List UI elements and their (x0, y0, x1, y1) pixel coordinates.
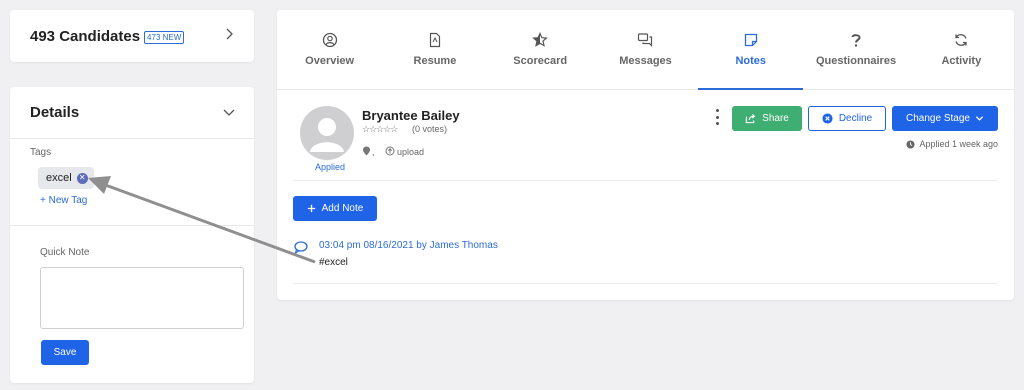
question-icon (851, 34, 861, 47)
candidates-count-title: 493 Candidates (30, 27, 141, 45)
file-pdf-icon (429, 32, 441, 48)
comment-icon (294, 241, 308, 254)
note-meta[interactable]: 03:04 pm 08/16/2021 by James Thomas (319, 240, 498, 251)
share-icon (745, 113, 756, 124)
new-tag-link[interactable]: + New Tag (40, 195, 87, 206)
location-text: , (372, 147, 375, 157)
user-silhouette-icon (310, 118, 344, 152)
profile-divider (293, 180, 998, 181)
tab-label: Messages (619, 55, 672, 67)
chat-bubbles-icon (638, 33, 653, 47)
more-options-icon[interactable] (714, 109, 720, 125)
star-half-icon (532, 32, 549, 47)
tab-label: Notes (735, 55, 767, 67)
avatar (300, 106, 354, 160)
quick-note-label: Quick Note (40, 247, 90, 258)
quick-note-textarea[interactable] (40, 267, 244, 329)
candidates-card[interactable]: 493 Candidates 473 NEW (10, 10, 254, 62)
tab-bar: Overview Resume Scorecard Messages Notes… (277, 10, 1014, 90)
tag-chip[interactable]: excel ✕ (38, 167, 94, 189)
tab-activity[interactable]: Activity (909, 10, 1014, 89)
candidate-name: Bryantee Bailey (362, 108, 460, 123)
user-circle-icon (322, 32, 337, 48)
add-note-label: Add Note (321, 203, 364, 214)
tab-label: Scorecard (513, 55, 568, 67)
change-stage-label: Change Stage (906, 113, 970, 124)
tab-label: Resume (413, 55, 457, 67)
tab-resume[interactable]: Resume (382, 10, 487, 89)
tab-questionnaires[interactable]: Questionnaires (803, 10, 908, 89)
decline-label: Decline (838, 113, 873, 124)
vote-count: (0 votes) (412, 124, 448, 134)
note-icon (744, 33, 757, 47)
tab-messages[interactable]: Messages (593, 10, 698, 89)
note-text: #excel (319, 257, 348, 268)
rating-stars[interactable]: ☆☆☆☆☆ (362, 124, 398, 135)
applied-timestamp: Applied 1 week ago (906, 139, 998, 149)
note-divider (293, 283, 998, 284)
tags-label: Tags (30, 147, 52, 158)
x-circle-icon (822, 113, 833, 124)
chevron-down-icon (975, 116, 984, 121)
source-text: upload (397, 147, 425, 157)
share-button[interactable]: Share (732, 106, 802, 131)
refresh-icon (955, 34, 967, 46)
tab-label: Activity (941, 55, 982, 67)
upload-source-icon (385, 146, 395, 156)
map-pin-icon (363, 146, 370, 156)
save-button[interactable]: Save (41, 340, 89, 365)
share-label: Share (762, 113, 789, 124)
new-candidates-badge: 473 NEW (144, 30, 185, 44)
remove-tag-icon[interactable]: ✕ (76, 172, 88, 184)
status-label: Applied (314, 162, 346, 172)
tag-label: excel (46, 172, 72, 184)
tab-label: Overview (305, 55, 355, 67)
chevron-down-icon[interactable] (222, 105, 236, 119)
details-header[interactable]: Details (10, 87, 254, 139)
details-title: Details (30, 104, 80, 121)
details-panel: Details Tags excel ✕ + New Tag Quick Not… (10, 87, 254, 383)
tab-notes[interactable]: Notes (698, 10, 804, 90)
add-note-button[interactable]: Add Note (293, 196, 377, 221)
change-stage-button[interactable]: Change Stage (892, 106, 998, 131)
decline-button[interactable]: Decline (808, 106, 886, 131)
tab-label: Questionnaires (816, 55, 897, 67)
applied-ago-text: Applied 1 week ago (919, 139, 998, 149)
tab-scorecard[interactable]: Scorecard (488, 10, 593, 89)
plus-icon (307, 204, 315, 213)
details-divider (10, 225, 254, 226)
tab-overview[interactable]: Overview (277, 10, 382, 89)
clock-icon (906, 139, 915, 149)
chevron-right-icon[interactable] (222, 27, 236, 41)
candidate-main-panel: Overview Resume Scorecard Messages Notes… (277, 10, 1014, 300)
